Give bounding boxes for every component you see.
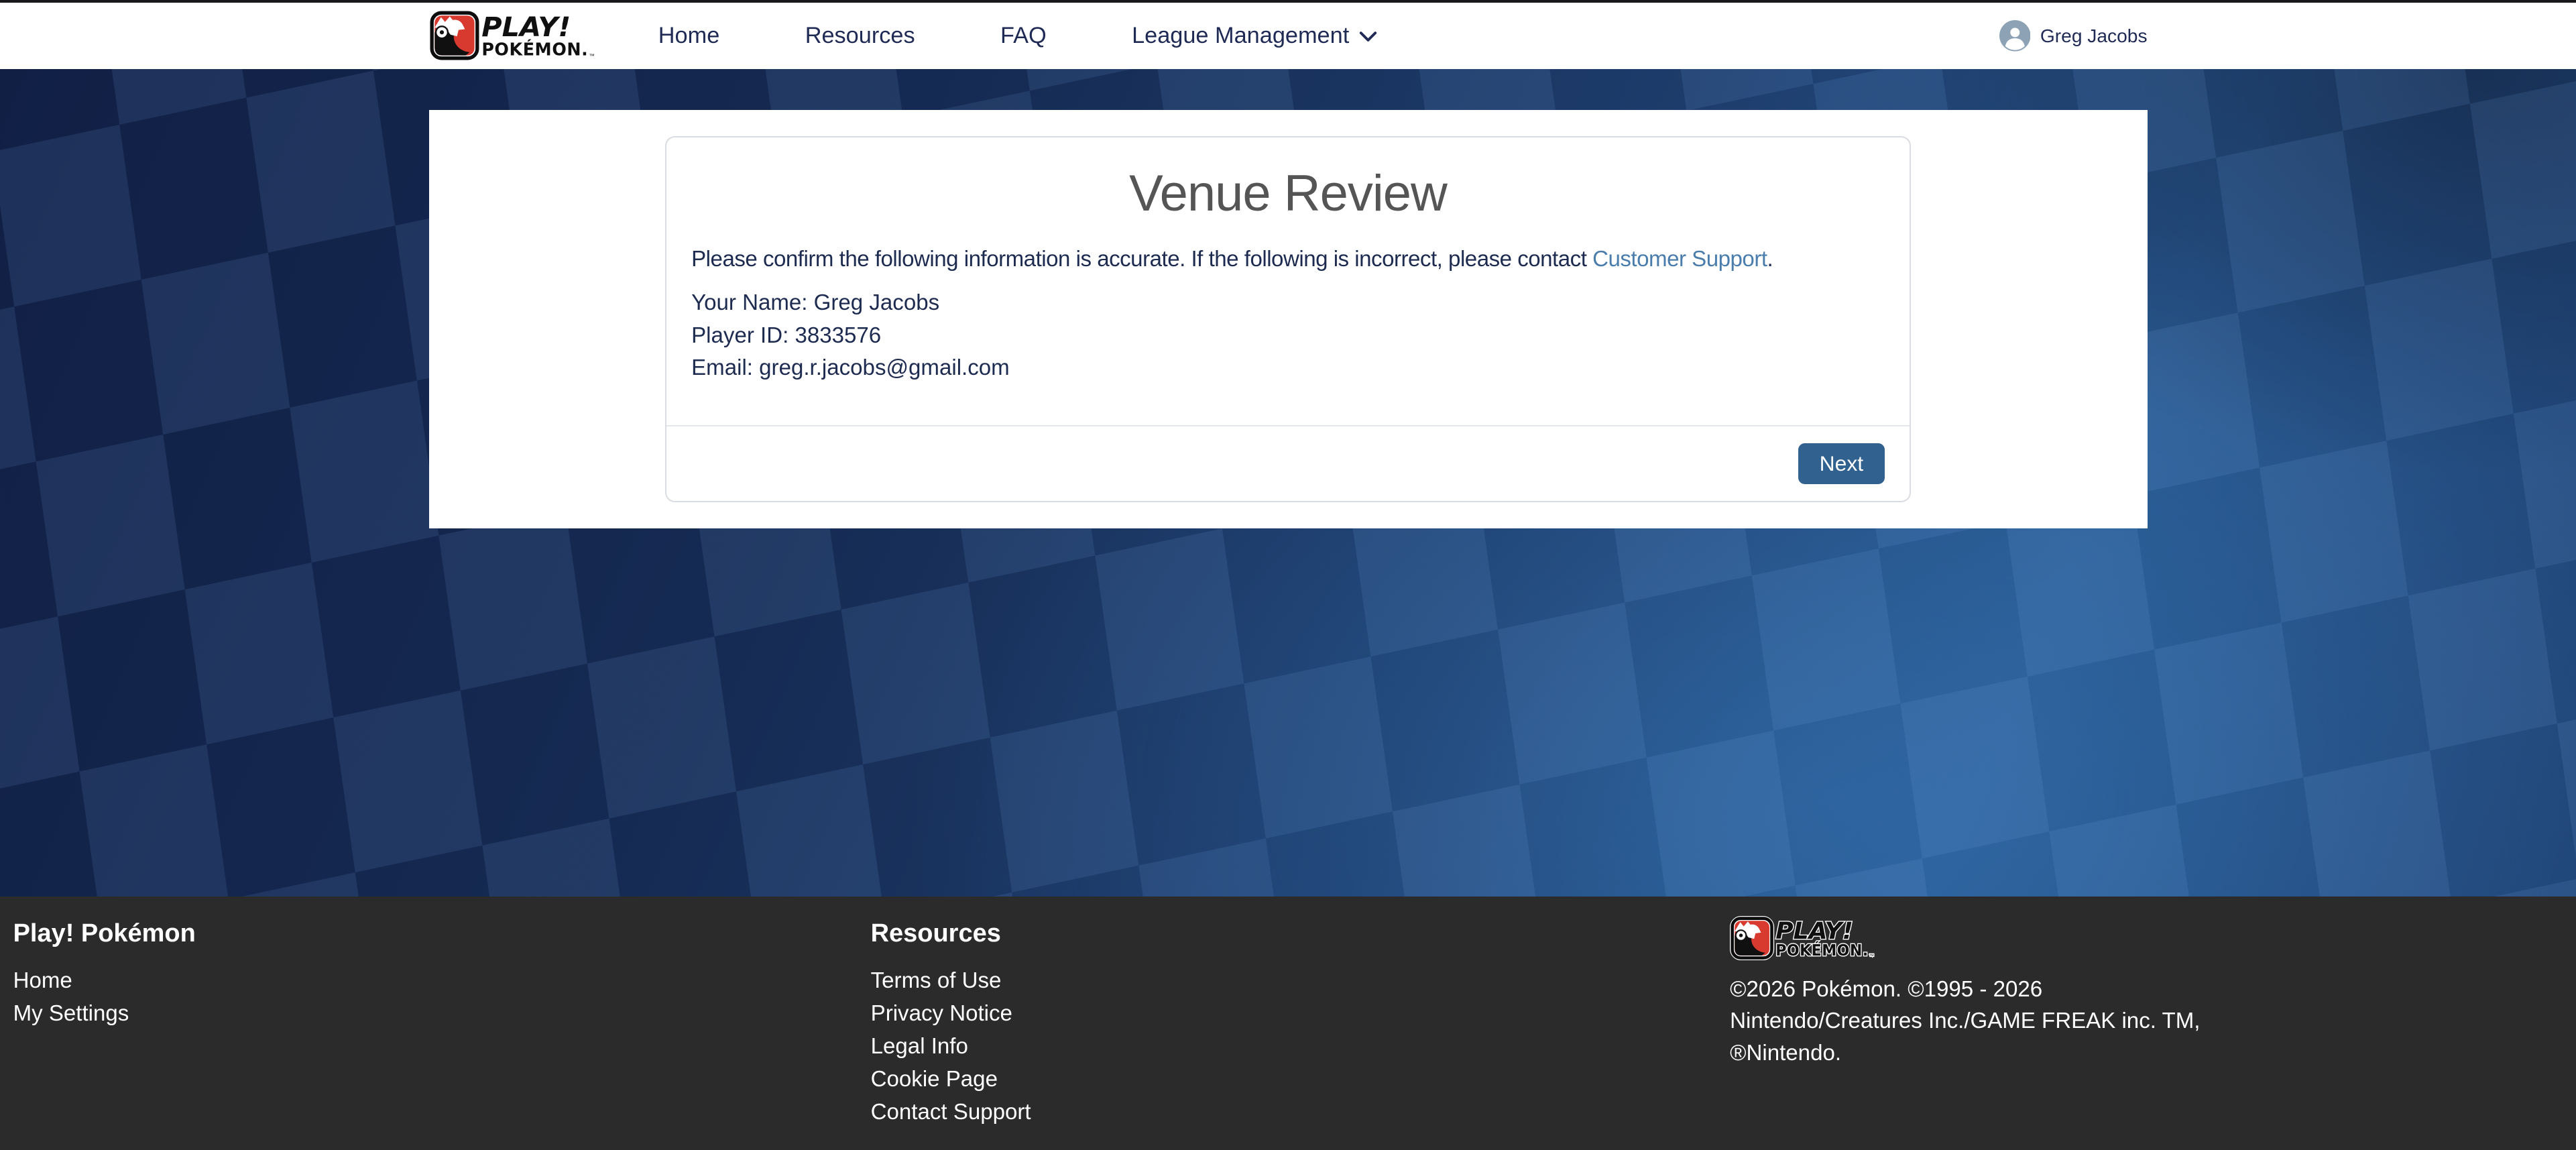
chevron-down-icon — [1359, 32, 1377, 43]
logo-pokemon-text: POKÉMON. — [1775, 941, 1869, 960]
content-panel: Venue Review Please confirm the followin… — [429, 110, 2148, 528]
footer-link-home[interactable]: Home — [13, 970, 871, 992]
nav-container: PLAY! POKÉMON. ™ Home Resources FAQ Leag… — [429, 3, 2148, 69]
copyright-line-3: ®Nintendo. — [1730, 1041, 1841, 1066]
player-id-line: Player ID: 3833576 — [691, 320, 1885, 352]
play-pokemon-footer-logo: PLAY! POKÉMON. ™ — [1730, 916, 1877, 960]
footer-link-privacy-notice[interactable]: Privacy Notice — [871, 1002, 1731, 1025]
pokeball-trainer-icon — [1731, 917, 1773, 959]
top-navigation-bar: PLAY! POKÉMON. ™ Home Resources FAQ Leag… — [0, 0, 2576, 69]
email-line: Email: greg.r.jacobs@gmail.com — [691, 352, 1885, 384]
customer-support-link[interactable]: Customer Support — [1592, 247, 1767, 272]
logo-play-text: PLAY! — [1775, 917, 1853, 945]
nav-resources[interactable]: Resources — [805, 23, 915, 49]
card-footer: Next — [666, 425, 1909, 501]
footer-link-my-settings[interactable]: My Settings — [13, 1002, 871, 1025]
your-name-line: Your Name: Greg Jacobs — [691, 287, 1885, 319]
play-pokemon-logo-image: PLAY! POKÉMON. ™ — [429, 10, 598, 61]
footer-link-cookie-page[interactable]: Cookie Page — [871, 1068, 1731, 1091]
copyright-line-1: ©2026 Pokémon. ©1995 - 2026 — [1730, 977, 2042, 1002]
page-title: Venue Review — [691, 164, 1885, 223]
user-name: Greg Jacobs — [2040, 25, 2148, 47]
confirmation-text-end: . — [1767, 247, 1773, 272]
footer-link-contact-support[interactable]: Contact Support — [871, 1101, 1731, 1124]
nav-league-management[interactable]: League Management — [1132, 23, 1377, 49]
site-footer: Play! Pokémon Home My Settings Resources… — [0, 897, 2576, 1150]
confirmation-text-start: Please confirm the following information… — [691, 247, 1592, 272]
footer-heading-play-pokemon: Play! Pokémon — [13, 919, 871, 948]
venue-review-card: Venue Review Please confirm the followin… — [665, 136, 1910, 502]
play-pokemon-logo[interactable]: PLAY! POKÉMON. ™ — [429, 10, 598, 61]
confirmation-text: Please confirm the following information… — [691, 243, 1885, 276]
next-button[interactable]: Next — [1798, 443, 1885, 485]
user-avatar-icon — [1999, 20, 2031, 52]
footer-column-resources: Resources Terms of Use Privacy Notice Le… — [871, 916, 1731, 1134]
user-menu[interactable]: Greg Jacobs — [1999, 20, 2148, 52]
logo-pokemon-text: POKÉMON. — [481, 39, 588, 60]
footer-column-legal: PLAY! POKÉMON. ™ ©2026 Pokémon. ©1995 - … — [1730, 916, 2576, 1134]
pokeball-trainer-icon — [430, 12, 478, 60]
copyright-text: ©2026 Pokémon. ©1995 - 2026 Nintendo/Cre… — [1730, 974, 2543, 1070]
footer-link-terms-of-use[interactable]: Terms of Use — [871, 970, 1731, 992]
primary-nav: Home Resources FAQ League Management — [658, 23, 1377, 49]
page-background: Venue Review Please confirm the followin… — [0, 69, 2576, 897]
logo-trademark: ™ — [589, 53, 594, 60]
copyright-line-2: Nintendo/Creatures Inc./GAME FREAK inc. … — [1730, 1009, 2200, 1033]
footer-heading-resources: Resources — [871, 919, 1731, 948]
nav-faq[interactable]: FAQ — [1000, 23, 1047, 49]
logo-trademark: ™ — [1869, 953, 1874, 959]
card-body: Venue Review Please confirm the followin… — [666, 137, 1909, 425]
footer-link-legal-info[interactable]: Legal Info — [871, 1035, 1731, 1058]
venue-review-page: PLAY! POKÉMON. ™ Home Resources FAQ Leag… — [0, 0, 2576, 1150]
nav-home[interactable]: Home — [658, 23, 720, 49]
logo-play-text: PLAY! — [481, 12, 571, 44]
nav-league-management-label: League Management — [1132, 23, 1349, 49]
footer-column-play-pokemon: Play! Pokémon Home My Settings — [13, 916, 871, 1134]
